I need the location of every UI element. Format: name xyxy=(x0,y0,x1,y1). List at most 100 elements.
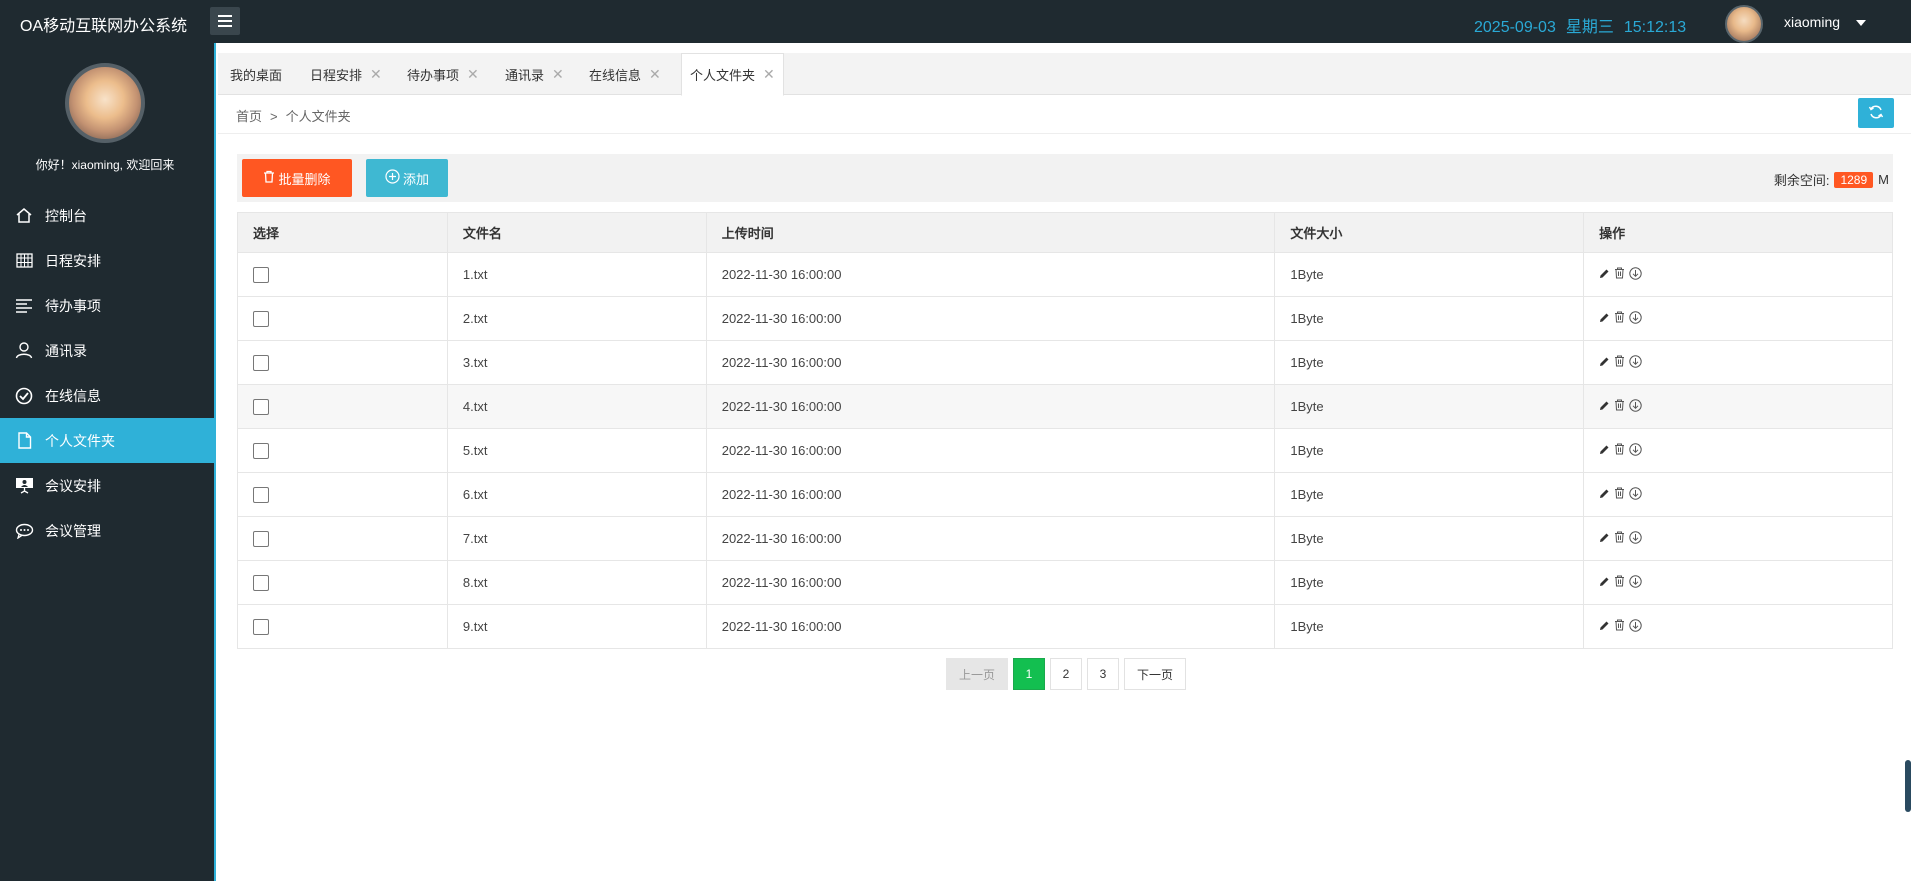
actions-cell xyxy=(1583,340,1893,385)
menu-toggle-button[interactable] xyxy=(210,7,240,35)
filename-cell: 1.txt xyxy=(446,252,707,297)
breadcrumb-home[interactable]: 首页 xyxy=(236,109,262,124)
sidebar-item-contacts[interactable]: 通讯录 xyxy=(0,328,214,373)
sidebar-item-todo[interactable]: 待办事项 xyxy=(0,283,214,328)
check-circle-icon xyxy=(14,387,34,405)
sidebar-item-meeting-schedule[interactable]: 会议安排 xyxy=(0,463,214,508)
sidebar-item-personal-folder[interactable]: 个人文件夹 xyxy=(0,418,214,463)
trash-icon[interactable] xyxy=(1614,487,1625,502)
table-row[interactable]: 4.txt 2022-11-30 16:00:00 1Byte xyxy=(237,384,1893,429)
sidebar-item-online[interactable]: 在线信息 xyxy=(0,373,214,418)
trash-icon xyxy=(263,170,275,186)
tab-schedule[interactable]: 日程安排 ✕ xyxy=(310,53,382,95)
trash-icon[interactable] xyxy=(1614,443,1625,458)
edit-icon[interactable] xyxy=(1599,487,1610,502)
close-icon[interactable]: ✕ xyxy=(370,66,382,83)
row-checkbox[interactable] xyxy=(253,398,269,415)
trash-icon[interactable] xyxy=(1614,267,1625,282)
close-icon[interactable]: ✕ xyxy=(649,66,661,83)
next-page-button[interactable]: 下一页 xyxy=(1124,658,1186,690)
download-icon[interactable] xyxy=(1629,575,1642,591)
page-2-button[interactable]: 2 xyxy=(1050,658,1082,690)
chevron-down-icon[interactable] xyxy=(1856,20,1866,26)
row-checkbox[interactable] xyxy=(253,310,269,327)
sidebar-item-dashboard[interactable]: 控制台 xyxy=(0,193,214,238)
download-icon[interactable] xyxy=(1629,355,1642,371)
page-1-button[interactable]: 1 xyxy=(1013,658,1045,690)
trash-icon[interactable] xyxy=(1614,355,1625,370)
table-row[interactable]: 5.txt 2022-11-30 16:00:00 1Byte xyxy=(237,428,1893,473)
table-row[interactable]: 1.txt 2022-11-30 16:00:00 1Byte xyxy=(237,252,1893,297)
row-checkbox[interactable] xyxy=(253,618,269,635)
download-icon[interactable] xyxy=(1629,311,1642,327)
upload-time-cell: 2022-11-30 16:00:00 xyxy=(705,340,1276,385)
sidebar: 你好！xiaoming, 欢迎回来 控制台 日程安排 待办事项 通讯录 在线信息… xyxy=(0,43,216,881)
header-avatar[interactable] xyxy=(1725,5,1763,43)
row-checkbox[interactable] xyxy=(253,354,269,371)
upload-time-cell: 2022-11-30 16:00:00 xyxy=(705,604,1276,649)
sidebar-item-meeting-manage[interactable]: 会议管理 xyxy=(0,508,214,553)
batch-delete-button[interactable]: 批量删除 xyxy=(242,159,352,197)
download-icon[interactable] xyxy=(1629,487,1642,503)
edit-icon[interactable] xyxy=(1599,399,1610,414)
trash-icon[interactable] xyxy=(1614,311,1625,326)
actions-cell xyxy=(1583,604,1893,649)
table-row[interactable]: 7.txt 2022-11-30 16:00:00 1Byte xyxy=(237,516,1893,561)
trash-icon[interactable] xyxy=(1614,399,1625,414)
edit-icon[interactable] xyxy=(1599,267,1610,282)
close-icon[interactable]: ✕ xyxy=(552,66,564,83)
trash-icon[interactable] xyxy=(1614,619,1625,634)
scrollbar-thumb[interactable] xyxy=(1905,760,1911,812)
header-username[interactable]: xiaoming xyxy=(1784,14,1840,30)
tab-personal-folder[interactable]: 个人文件夹 ✕ xyxy=(681,53,784,96)
sidebar-item-schedule[interactable]: 日程安排 xyxy=(0,238,214,283)
tab-desktop[interactable]: 我的桌面 xyxy=(230,53,282,95)
table-row[interactable]: 8.txt 2022-11-30 16:00:00 1Byte xyxy=(237,560,1893,605)
download-icon[interactable] xyxy=(1629,443,1642,459)
table-row[interactable]: 9.txt 2022-11-30 16:00:00 1Byte xyxy=(237,604,1893,649)
row-checkbox[interactable] xyxy=(253,442,269,459)
remaining-space: 剩余空间: 1289 M xyxy=(1774,170,1889,189)
tab-todo[interactable]: 待办事项 ✕ xyxy=(407,53,479,95)
batch-delete-label: 批量删除 xyxy=(278,171,331,187)
row-checkbox[interactable] xyxy=(253,530,269,547)
edit-icon[interactable] xyxy=(1599,443,1610,458)
tab-contacts[interactable]: 通讯录 ✕ xyxy=(505,53,564,95)
download-icon[interactable] xyxy=(1629,399,1642,415)
filename-cell: 2.txt xyxy=(446,296,707,341)
download-icon[interactable] xyxy=(1629,267,1642,283)
edit-icon[interactable] xyxy=(1599,531,1610,546)
user-icon xyxy=(14,342,34,360)
trash-icon[interactable] xyxy=(1614,531,1625,546)
add-file-button[interactable]: 添加 xyxy=(366,159,448,197)
edit-icon[interactable] xyxy=(1599,311,1610,326)
size-cell: 1Byte xyxy=(1274,340,1585,385)
pagination: 上一页 1 2 3 下一页 xyxy=(946,658,1191,690)
sidebar-nav: 控制台 日程安排 待办事项 通讯录 在线信息 个人文件夹 会议安排 会议管理 xyxy=(0,193,214,553)
prev-page-button[interactable]: 上一页 xyxy=(946,658,1008,690)
close-icon[interactable]: ✕ xyxy=(763,66,775,83)
table-row[interactable]: 3.txt 2022-11-30 16:00:00 1Byte xyxy=(237,340,1893,385)
filename-cell: 3.txt xyxy=(446,340,707,385)
select-cell xyxy=(237,252,448,297)
row-checkbox[interactable] xyxy=(253,266,269,283)
edit-icon[interactable] xyxy=(1599,355,1610,370)
sidebar-item-label: 日程安排 xyxy=(45,252,101,269)
tab-online[interactable]: 在线信息 ✕ xyxy=(589,53,661,95)
breadcrumb-separator: > xyxy=(270,109,278,124)
refresh-button[interactable] xyxy=(1858,98,1894,128)
row-checkbox[interactable] xyxy=(253,486,269,503)
download-icon[interactable] xyxy=(1629,531,1642,547)
download-icon[interactable] xyxy=(1629,619,1642,635)
close-icon[interactable]: ✕ xyxy=(467,66,479,83)
size-cell: 1Byte xyxy=(1274,296,1585,341)
sidebar-avatar xyxy=(65,63,145,143)
edit-icon[interactable] xyxy=(1599,575,1610,590)
edit-icon[interactable] xyxy=(1599,619,1610,634)
sidebar-item-label: 通讯录 xyxy=(45,342,87,359)
row-checkbox[interactable] xyxy=(253,574,269,591)
page-3-button[interactable]: 3 xyxy=(1087,658,1119,690)
table-row[interactable]: 6.txt 2022-11-30 16:00:00 1Byte xyxy=(237,472,1893,517)
table-row[interactable]: 2.txt 2022-11-30 16:00:00 1Byte xyxy=(237,296,1893,341)
trash-icon[interactable] xyxy=(1614,575,1625,590)
